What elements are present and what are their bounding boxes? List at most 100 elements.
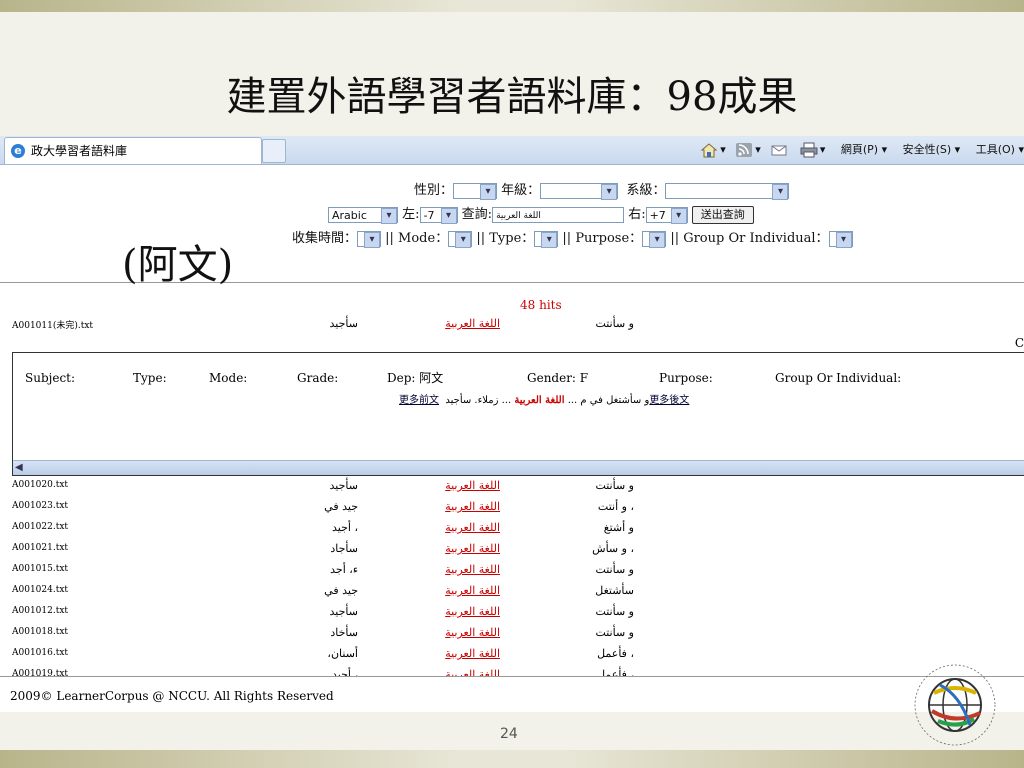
table-row[interactable]: A001022.txt أجيد ، اللغة العربية و أشتغ: [0, 518, 1024, 539]
group-label: || Group Or Individual：: [670, 231, 829, 246]
keyword-link[interactable]: اللغة العربية: [430, 563, 500, 576]
query-input[interactable]: اللغة العربية: [492, 206, 625, 223]
department-select[interactable]: [665, 182, 790, 200]
left-context: سأجيد: [329, 479, 358, 492]
purpose-label: || Purpose：: [562, 231, 643, 246]
left-context: سأخاد: [330, 626, 358, 639]
tools-menu-label: 工具(O): [975, 143, 1015, 156]
purpose-select[interactable]: [642, 230, 667, 248]
grade-select[interactable]: [540, 182, 619, 200]
horizontal-scrollbar[interactable]: ◀: [13, 460, 1024, 475]
right-context: و سأنتت: [595, 605, 634, 618]
submit-query-button[interactable]: 送出查詢: [691, 205, 754, 224]
file-name: A001018.txt: [12, 627, 69, 637]
keyword-link[interactable]: اللغة العربية: [430, 479, 500, 492]
detail-panel: Subject: Type: Mode: Grade: Dep: 阿文 Gend…: [12, 352, 1024, 476]
right-context: و سأش ،: [592, 542, 634, 555]
file-name: A001021.txt: [12, 543, 69, 553]
form-row-2: Arabic 左:-7 查詢:اللغة العربية 右:+7 送出查詢: [328, 203, 754, 224]
gender-label: 性別：: [414, 183, 454, 198]
command-bar: ▾ ▾ ▾ 網頁(P) ▾ 安全性(S) ▾ 工具(O) ▾: [694, 136, 1024, 164]
right-context: و سأنتت: [595, 626, 634, 639]
copyright-text: 2009© LearnerCorpus @ NCCU. All Rights R…: [10, 689, 334, 703]
tools-menu[interactable]: 工具(O) ▾: [970, 136, 1024, 164]
grade-label: 年級：: [501, 183, 541, 198]
file-name: A001022.txt: [12, 522, 69, 532]
safety-menu-label: 安全性(S): [902, 143, 952, 156]
right-label: 右:: [628, 207, 646, 222]
table-row[interactable]: A001020.txt سأجيد اللغة العربية و سأنتت: [0, 476, 1024, 497]
ie-icon: e: [11, 144, 25, 158]
file-name: A001023.txt: [12, 501, 69, 511]
left-context: سأجاد: [330, 542, 358, 555]
language-select[interactable]: Arabic: [328, 206, 398, 224]
context-keyword: اللغة العربية: [514, 395, 565, 406]
slide-title: 建置外語學習者語料庫：98成果: [226, 74, 798, 120]
file-name: A001015.txt: [12, 564, 69, 574]
page-number: 24: [500, 726, 518, 742]
mode-label: || Mode：: [385, 231, 449, 246]
form-row-1: 性別： 年級： 系級：: [414, 179, 790, 200]
keyword-link[interactable]: اللغة العربية: [430, 317, 500, 330]
table-row[interactable]: A001021.txt سأجاد اللغة العربية و سأش ،: [0, 539, 1024, 560]
collect-time-select[interactable]: [357, 230, 382, 248]
print-button[interactable]: ▾: [800, 136, 825, 164]
keyword-link[interactable]: اللغة العربية: [430, 584, 500, 597]
feeds-button[interactable]: ▾: [735, 136, 761, 164]
gender-select[interactable]: [453, 182, 498, 200]
keyword-link[interactable]: اللغة العربية: [430, 626, 500, 639]
context-right: و سأشتغل في م ...: [567, 395, 650, 406]
right-context: و أنتت ،: [597, 500, 634, 513]
file-name: A001011(未完).txt: [12, 321, 94, 331]
context-line: 更多前文 و سأشتغل في م ... اللغة العربية ...…: [399, 391, 689, 406]
keyword-link[interactable]: اللغة العربية: [430, 605, 500, 618]
table-row[interactable]: A001016.txt ،أسنان اللغة العربية فأعمل ،: [0, 644, 1024, 665]
department-label: 系級：: [626, 183, 666, 198]
file-name: A001016.txt: [12, 648, 69, 658]
hit-count: 48 hits: [520, 298, 562, 312]
home-button[interactable]: ▾: [700, 136, 726, 164]
mode-select[interactable]: [448, 230, 473, 248]
more-after-link[interactable]: 更多後文: [649, 395, 689, 406]
page-menu[interactable]: 網頁(P) ▾: [835, 136, 887, 164]
type-select[interactable]: [534, 230, 559, 248]
table-row[interactable]: A001018.txt سأخاد اللغة العربية و سأنتت: [0, 623, 1024, 644]
type-field: Type:: [133, 371, 167, 385]
right-context: و أشتغ: [603, 521, 634, 534]
table-row[interactable]: A001024.txt جيد في اللغة العربية سأشتغل: [0, 581, 1024, 602]
more-before-link[interactable]: 更多前文: [399, 395, 439, 406]
keyword-link[interactable]: اللغة العربية: [430, 647, 500, 660]
form-row-3: 收集時間： || Mode： || Type： || Purpose： || G…: [292, 227, 853, 248]
footer: 2009© LearnerCorpus @ NCCU. All Rights R…: [0, 676, 1024, 712]
type-label: || Type：: [476, 231, 535, 246]
result-row-first[interactable]: A001011(未完).txt سأجيد اللغة العربية و سأ…: [0, 314, 1024, 335]
group-select[interactable]: [828, 230, 853, 248]
left-context: ء، أجد: [330, 563, 358, 576]
keyword-link[interactable]: اللغة العربية: [430, 500, 500, 513]
mail-button[interactable]: [770, 136, 790, 164]
file-name: A001020.txt: [12, 480, 69, 490]
scroll-left-arrow-icon[interactable]: ◀: [15, 462, 23, 473]
rss-icon: [736, 143, 753, 157]
right-context: و سأنتت: [595, 479, 634, 492]
right-window-select[interactable]: +7: [645, 206, 688, 224]
left-context: ،أسنان: [327, 647, 358, 660]
keyword-link[interactable]: اللغة العربية: [430, 542, 500, 555]
keyword-link[interactable]: اللغة العربية: [430, 521, 500, 534]
browser-tab[interactable]: e 政大學習者語料庫: [4, 137, 262, 164]
left-context: أجيد ،: [332, 521, 358, 534]
right-context: و سأنتت: [595, 317, 634, 330]
safety-menu[interactable]: 安全性(S) ▾: [897, 136, 961, 164]
context-sentence: و سأشتغل في م ... اللغة العربية ... زملا…: [442, 395, 649, 406]
table-row[interactable]: A001023.txt جيد في اللغة العربية و أنتت ،: [0, 497, 1024, 518]
print-icon: [800, 142, 818, 158]
table-row[interactable]: A001012.txt سأجيد اللغة العربية و سأنتت: [0, 602, 1024, 623]
left-window-select[interactable]: -7: [419, 206, 458, 224]
new-tab-button[interactable]: [262, 139, 286, 163]
query-label: 查詢:: [461, 207, 493, 222]
table-row[interactable]: A001015.txt ء، أجد اللغة العربية و سأنتت: [0, 560, 1024, 581]
top-decor-band: [0, 0, 1024, 12]
home-icon: [700, 143, 718, 158]
right-context: فأعمل ،: [597, 647, 634, 660]
mail-icon: [771, 145, 787, 156]
